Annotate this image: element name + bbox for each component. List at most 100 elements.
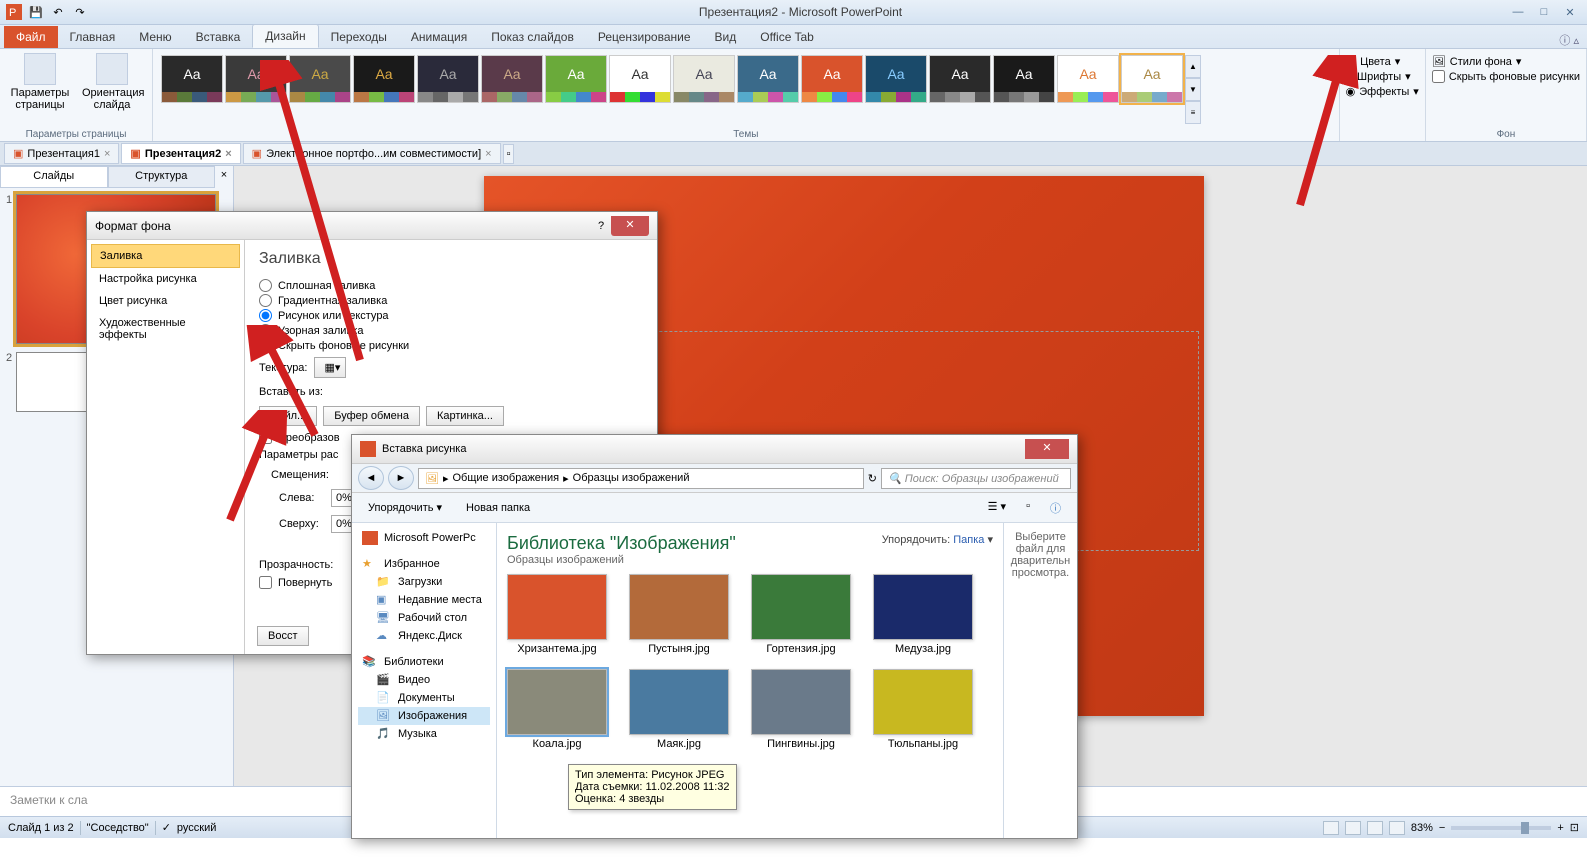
- file-item[interactable]: Пингвины.jpg: [751, 669, 851, 750]
- theme-thumb[interactable]: Aa: [929, 55, 991, 103]
- sidebar-libraries[interactable]: 📚Библиотеки: [358, 653, 490, 671]
- powerpoint-icon[interactable]: P: [4, 2, 24, 22]
- maximize-icon[interactable]: □: [1533, 3, 1555, 21]
- search-input[interactable]: 🔍 Поиск: Образцы изображений: [881, 468, 1071, 489]
- rotate-checkbox[interactable]: [259, 576, 272, 589]
- view-normal-icon[interactable]: [1323, 821, 1339, 835]
- theme-thumb[interactable]: Aa: [737, 55, 799, 103]
- doc-tab[interactable]: ▣Презентация1×: [4, 143, 119, 164]
- theme-thumb[interactable]: Aa: [865, 55, 927, 103]
- minimize-icon[interactable]: —: [1507, 3, 1529, 21]
- pattern-fill-radio[interactable]: [259, 324, 272, 337]
- file-item[interactable]: Пустыня.jpg: [629, 574, 729, 655]
- clipboard-button[interactable]: Буфер обмена: [323, 406, 420, 426]
- dialog-titlebar[interactable]: Формат фона ? ✕: [87, 212, 657, 240]
- close-icon[interactable]: ✕: [1025, 439, 1069, 459]
- file-tab[interactable]: Файл: [4, 26, 58, 48]
- close-icon[interactable]: ×: [485, 148, 491, 160]
- page-setup-button[interactable]: Параметры страницы: [6, 51, 74, 113]
- zoom-level[interactable]: 83%: [1411, 822, 1433, 834]
- tab-officetab[interactable]: Office Tab: [748, 26, 826, 48]
- organize-button[interactable]: Упорядочить ▾: [360, 498, 450, 517]
- redo-icon[interactable]: ↷: [70, 2, 90, 22]
- ribbon-help-icon[interactable]: ⓘ ▵: [1559, 32, 1587, 48]
- nav-picture-color[interactable]: Цвет рисунка: [91, 290, 240, 312]
- theme-thumb[interactable]: Aa: [417, 55, 479, 103]
- folder-sidebar[interactable]: Microsoft PowerPc ★Избранное 📁Загрузки ▣…: [352, 523, 497, 838]
- file-item[interactable]: Тюльпаны.jpg: [873, 669, 973, 750]
- dialog-titlebar[interactable]: Вставка рисунка ✕: [352, 435, 1077, 463]
- sidebar-recent[interactable]: ▣Недавние места: [358, 591, 490, 609]
- theme-thumb[interactable]: Aa: [1057, 55, 1119, 103]
- sidebar-favorites[interactable]: ★Избранное: [358, 555, 490, 573]
- texture-picker[interactable]: ▦▾: [314, 357, 346, 378]
- theme-thumb[interactable]: Aa: [673, 55, 735, 103]
- sidebar-documents[interactable]: 📄Документы: [358, 689, 490, 707]
- theme-thumb[interactable]: Aa: [289, 55, 351, 103]
- theme-thumb[interactable]: Aa: [609, 55, 671, 103]
- background-styles-button[interactable]: 🖼Стили фона ▾: [1432, 55, 1580, 68]
- tab-design[interactable]: Дизайн: [252, 24, 318, 48]
- path-breadcrumb[interactable]: 🖼 ▸ Общие изображения ▸ Образцы изображе…: [418, 468, 864, 489]
- tab-home[interactable]: Главная: [58, 26, 128, 48]
- view-slideshow-icon[interactable]: [1389, 821, 1405, 835]
- reset-button[interactable]: Восст: [257, 626, 309, 646]
- theme-thumb[interactable]: Aa: [801, 55, 863, 103]
- colors-button[interactable]: ▦Цвета ▾: [1346, 55, 1419, 68]
- sidebar-music[interactable]: 🎵Музыка: [358, 725, 490, 743]
- hide-background-checkbox[interactable]: Скрыть фоновые рисунки: [1432, 70, 1580, 83]
- theme-thumb[interactable]: Aa: [545, 55, 607, 103]
- theme-thumb[interactable]: Aa: [481, 55, 543, 103]
- picture-fill-radio[interactable]: [259, 309, 272, 322]
- file-item[interactable]: Маяк.jpg: [629, 669, 729, 750]
- sidebar-videos[interactable]: 🎬Видео: [358, 671, 490, 689]
- arrange-dropdown[interactable]: Упорядочить: Папка ▾: [882, 533, 993, 546]
- theme-thumb[interactable]: Aa: [161, 55, 223, 103]
- tab-menu[interactable]: Меню: [127, 26, 183, 48]
- sidebar-yadisk[interactable]: ☁Яндекс.Диск: [358, 627, 490, 645]
- help-icon[interactable]: ⓘ: [1042, 497, 1069, 519]
- tab-insert[interactable]: Вставка: [184, 26, 253, 48]
- theme-thumb[interactable]: Aa: [353, 55, 415, 103]
- help-icon[interactable]: ?: [591, 220, 611, 232]
- view-mode-icon[interactable]: ☰ ▾: [980, 497, 1014, 519]
- fit-window-icon[interactable]: ⊡: [1570, 821, 1579, 834]
- theme-thumb[interactable]: Aa: [1121, 55, 1183, 103]
- close-icon[interactable]: ✕: [611, 216, 649, 236]
- tab-review[interactable]: Рецензирование: [586, 26, 703, 48]
- view-reading-icon[interactable]: [1367, 821, 1383, 835]
- effects-button[interactable]: ◉Эффекты ▾: [1346, 85, 1419, 98]
- gallery-scroll[interactable]: ▲▼≡: [1185, 55, 1201, 124]
- sidebar-pictures[interactable]: 🖼Изображения: [358, 707, 490, 725]
- sidebar-powerpoint[interactable]: Microsoft PowerPc: [358, 529, 490, 547]
- tab-animations[interactable]: Анимация: [399, 26, 479, 48]
- hide-bg-checkbox[interactable]: [259, 339, 272, 352]
- doc-tab[interactable]: ▣Электронное портфо...им совместимости]×: [243, 143, 501, 164]
- preview-pane-icon[interactable]: ▫: [1018, 497, 1038, 519]
- forward-icon[interactable]: ►: [388, 466, 414, 490]
- file-item[interactable]: Хризантема.jpg: [507, 574, 607, 655]
- fonts-button[interactable]: AШрифты ▾: [1346, 70, 1419, 83]
- solid-fill-radio[interactable]: [259, 279, 272, 292]
- nav-picture-corrections[interactable]: Настройка рисунка: [91, 268, 240, 290]
- back-icon[interactable]: ◄: [358, 466, 384, 490]
- zoom-slider[interactable]: [1451, 826, 1551, 830]
- nav-fill[interactable]: Заливка: [91, 244, 240, 268]
- gradient-fill-radio[interactable]: [259, 294, 272, 307]
- slide-orientation-button[interactable]: Ориентация слайда: [78, 51, 146, 113]
- close-icon[interactable]: ×: [104, 148, 110, 160]
- file-item[interactable]: Гортензия.jpg: [751, 574, 851, 655]
- undo-icon[interactable]: ↶: [48, 2, 68, 22]
- new-folder-button[interactable]: Новая папка: [458, 499, 538, 517]
- themes-gallery[interactable]: Aa Aa Aa Aa Aa Aa Aa Aa Aa Aa Aa Aa Aa A…: [159, 51, 1333, 128]
- doc-tab[interactable]: ▣Презентация2×: [121, 143, 240, 164]
- tab-slides[interactable]: Слайды: [0, 166, 108, 188]
- zoom-in-icon[interactable]: +: [1557, 822, 1563, 834]
- new-tab-button[interactable]: ▫: [503, 144, 515, 164]
- view-sorter-icon[interactable]: [1345, 821, 1361, 835]
- theme-thumb[interactable]: Aa: [993, 55, 1055, 103]
- close-icon[interactable]: ✕: [1559, 3, 1581, 21]
- tab-outline[interactable]: Структура: [108, 166, 216, 188]
- tile-checkbox[interactable]: [259, 431, 272, 444]
- file-item[interactable]: Коала.jpg: [507, 669, 607, 750]
